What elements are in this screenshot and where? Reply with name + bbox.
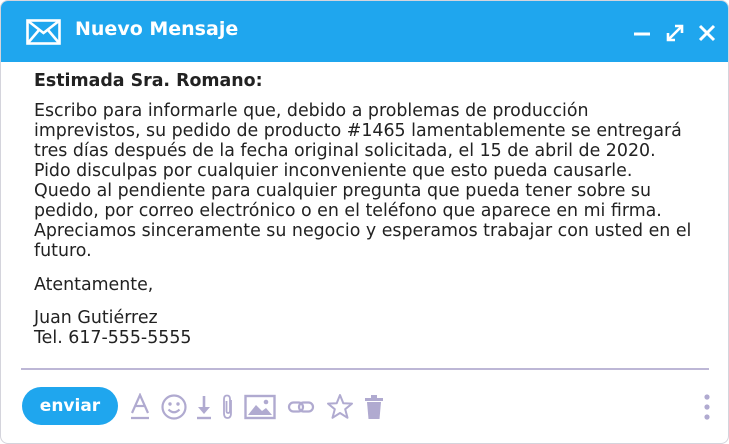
close-icon[interactable] (697, 23, 717, 43)
minimize-icon[interactable] (632, 23, 652, 43)
download-icon[interactable] (195, 393, 213, 421)
trash-icon[interactable] (363, 393, 385, 421)
signature-name: Juan Gutiérrez (34, 308, 158, 328)
expand-icon[interactable] (665, 23, 685, 43)
signature-phone: Tel. 617-555-5555 (34, 328, 192, 348)
title-bar: Nuevo Mensaje (1, 1, 728, 62)
window-title: Nuevo Mensaje (75, 18, 239, 40)
more-options-icon[interactable] (699, 392, 715, 424)
message-body[interactable]: Estimada Sra. Romano: Escribo para infor… (34, 71, 694, 348)
emoji-icon[interactable] (160, 393, 188, 421)
message-paragraph: Escribo para informarle que, debido a pr… (34, 101, 692, 261)
compose-window: Nuevo Mensaje Estimada Sra. Romano: Escr… (0, 0, 729, 444)
envelope-icon (26, 19, 61, 45)
image-icon[interactable] (244, 393, 276, 421)
star-icon[interactable] (326, 393, 354, 421)
send-button[interactable]: enviar (22, 387, 118, 425)
toolbar-divider (21, 368, 709, 370)
text-format-icon[interactable] (129, 393, 151, 421)
attachment-icon[interactable] (219, 393, 237, 421)
message-closing: Atentamente, (34, 275, 154, 295)
link-icon[interactable] (287, 393, 315, 421)
message-greeting: Estimada Sra. Romano: (34, 71, 263, 91)
